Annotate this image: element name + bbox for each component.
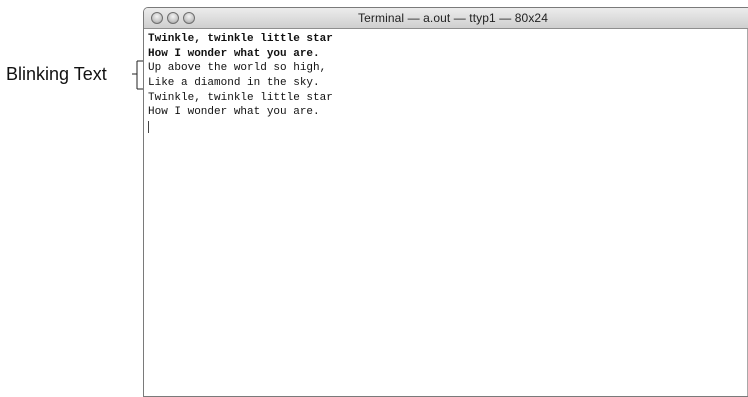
terminal-content[interactable]: Twinkle, twinkle little star How I wonde… [148, 32, 743, 392]
terminal-line-1: Twinkle, twinkle little star [148, 33, 333, 45]
terminal-line-5: Twinkle, twinkle little star [148, 91, 333, 104]
annotation-label: Blinking Text [6, 64, 107, 84]
terminal-line-4: Like a diamond in the sky. [148, 77, 320, 90]
terminal-window: Terminal — a.out — ttyp1 — 80x24 Twinkle… [143, 7, 748, 397]
text-cursor [148, 121, 149, 134]
titlebar[interactable]: Terminal — a.out — ttyp1 — 80x24 [144, 8, 748, 29]
window-title: Terminal — a.out — ttyp1 — 80x24 [358, 11, 548, 25]
terminal-line-6: How I wonder what you are. [148, 106, 320, 119]
terminal-line-3: Up above the world so high, [148, 62, 327, 75]
terminal-line-2: How I wonder what you are. [148, 47, 320, 60]
